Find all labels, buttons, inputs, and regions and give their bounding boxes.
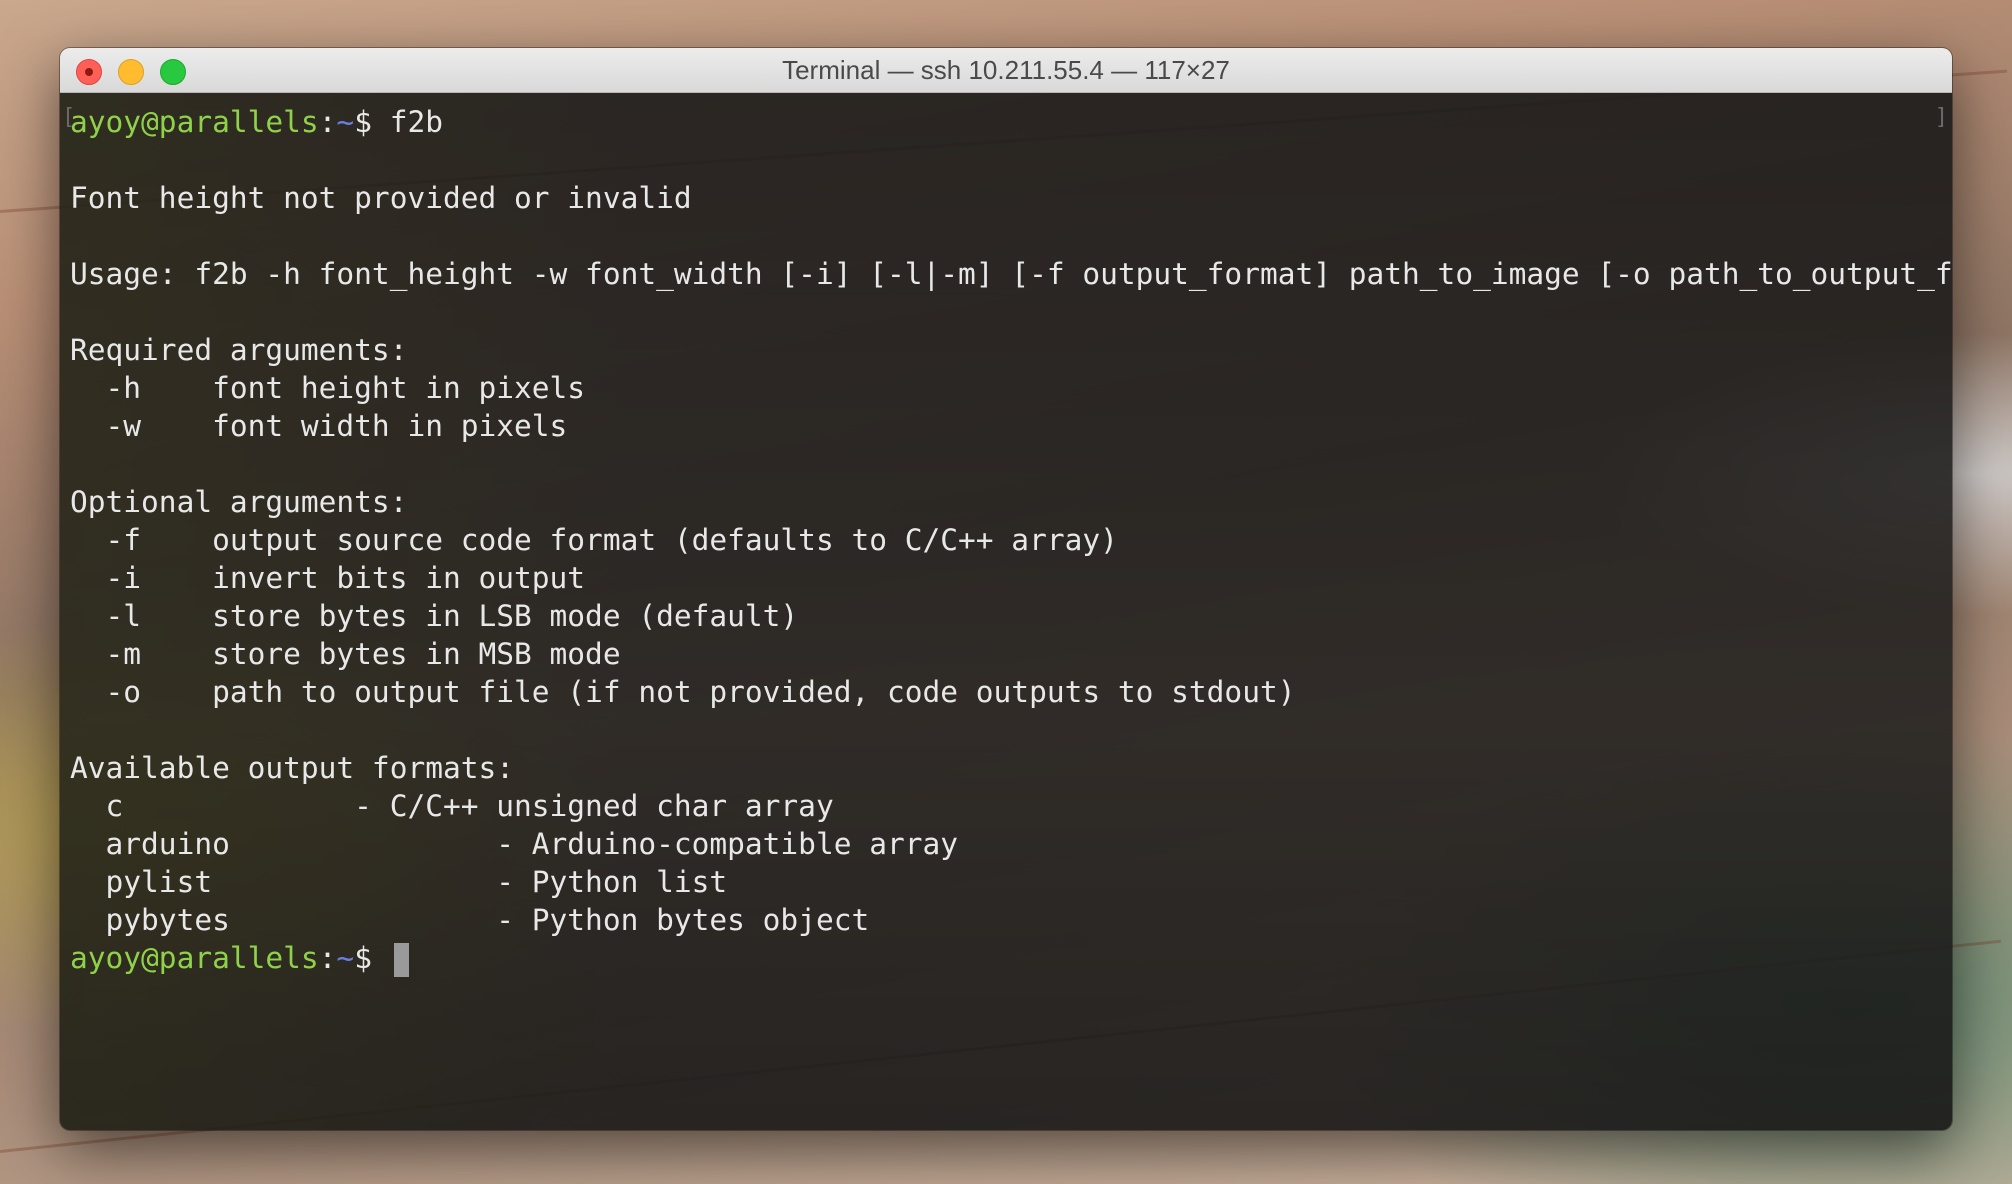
- output-line: -f output source code format (defaults t…: [70, 523, 1118, 557]
- terminal-output: Font height not provided or invalid Usage…: [70, 141, 1952, 939]
- output-line: -h font height in pixels: [70, 371, 586, 405]
- terminal-window[interactable]: Terminal — ssh 10.211.55.4 — 117×27 [ ] …: [60, 48, 1952, 1130]
- output-line: -m store bytes in MSB mode: [70, 637, 621, 671]
- output-line: pylist - Python list: [70, 865, 728, 899]
- prompt-user-host: ayoy@parallels: [70, 941, 319, 975]
- output-line: -w font width in pixels: [70, 409, 568, 443]
- prompt-path: ~: [336, 941, 355, 975]
- close-button[interactable]: [76, 59, 102, 85]
- title-bar[interactable]: Terminal — ssh 10.211.55.4 — 117×27: [60, 48, 1952, 93]
- output-line: c - C/C++ unsigned char array: [70, 789, 834, 823]
- output-line: Optional arguments:: [70, 485, 408, 519]
- prompt-user-host: ayoy@parallels: [70, 105, 319, 139]
- prompt-separator: :: [318, 105, 337, 139]
- minimize-button[interactable]: [118, 59, 144, 85]
- active-prompt-line[interactable]: ayoy@parallels:~$: [70, 939, 1952, 977]
- output-line: Required arguments:: [70, 333, 408, 367]
- zoom-button[interactable]: [160, 59, 186, 85]
- output-line: arduino - Arduino-compatible array: [70, 827, 959, 861]
- terminal-content[interactable]: [ ] ayoy@parallels:~$ f2b Font height no…: [60, 93, 1952, 1130]
- output-line: -o path to output file (if not provided,…: [70, 675, 1296, 709]
- output-line: -i invert bits in output: [70, 561, 586, 595]
- selection-bracket-left: [: [62, 105, 76, 130]
- output-line: -l store bytes in LSB mode (default): [70, 599, 799, 633]
- prompt-separator: :: [318, 941, 337, 975]
- window-title: Terminal — ssh 10.211.55.4 — 117×27: [782, 54, 1230, 85]
- command-text: f2b: [389, 105, 444, 139]
- command-line: ayoy@parallels:~$ f2b: [70, 103, 1952, 141]
- output-line: pybytes - Python bytes object: [70, 903, 870, 937]
- prompt-path: ~: [336, 105, 355, 139]
- prompt-sign: $: [354, 941, 390, 975]
- output-line: Available output formats:: [70, 751, 515, 785]
- text-cursor: [393, 942, 409, 977]
- output-line: Usage: f2b -h font_height -w font_width …: [70, 257, 1952, 291]
- window-controls: [76, 59, 186, 85]
- prompt-sign: $: [354, 105, 390, 139]
- output-line: Font height not provided or invalid: [70, 181, 692, 215]
- selection-bracket-right: ]: [1934, 105, 1948, 130]
